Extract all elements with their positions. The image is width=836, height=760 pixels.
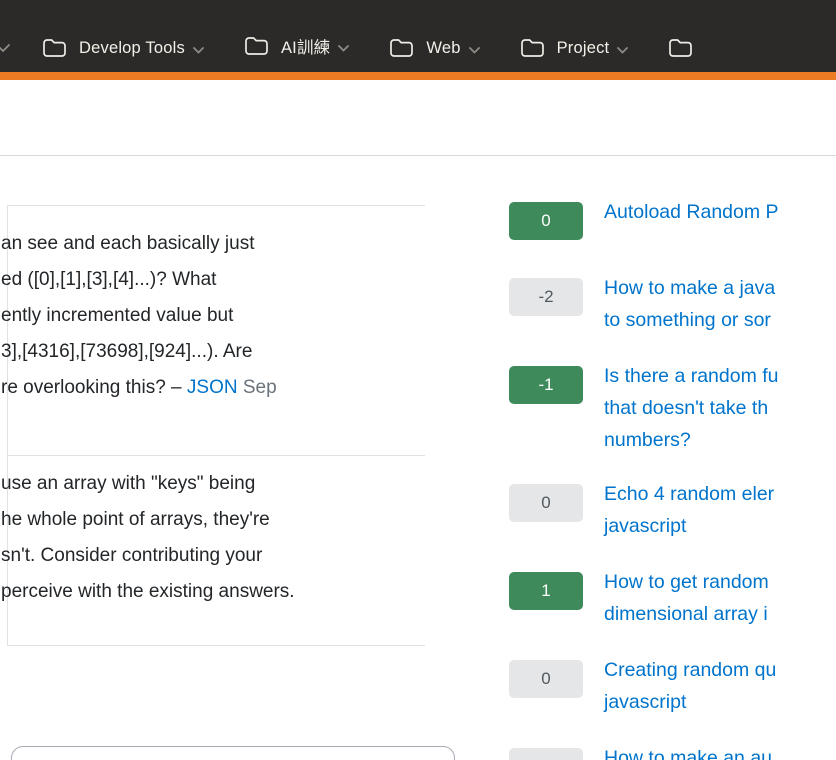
related-question-link[interactable]: Is there a random fu that doesn't take t… xyxy=(604,360,779,456)
comment-line: use an array with "keys" being xyxy=(1,466,295,502)
folder-icon xyxy=(42,38,67,58)
related-link-line[interactable]: that doesn't take th xyxy=(604,392,779,424)
related-link-line[interactable]: dimensional array i xyxy=(604,598,769,630)
comment-line: he whole point of arrays, they're xyxy=(1,502,295,538)
bookmark-label: Develop Tools xyxy=(79,39,185,58)
related-link-line[interactable]: How to make an au xyxy=(604,742,772,760)
related-question-link[interactable]: How to make a java to something or sor xyxy=(604,272,775,336)
score-badge: -1 xyxy=(509,366,583,404)
comment-text-fragment: re overlooking this? – xyxy=(1,377,187,398)
related-link-line[interactable]: Creating random qu xyxy=(604,654,776,686)
comment-line: ed ([0],[1],[3],[4]...)? What xyxy=(1,262,277,298)
bookmark-label: Project xyxy=(557,39,610,58)
related-question-link[interactable]: How to get random dimensional array i xyxy=(604,566,769,630)
related-link-line[interactable]: Echo 4 random eler xyxy=(604,478,774,510)
score-badge: -2 xyxy=(509,278,583,316)
related-link-line[interactable]: to something or sor xyxy=(604,304,775,336)
accent-bar xyxy=(0,72,836,80)
score-badge: 0 xyxy=(509,660,583,698)
related-link-line[interactable]: Is there a random fu xyxy=(604,360,779,392)
score-badge: 0 xyxy=(509,202,583,240)
related-question-row: 0 Creating random qu javascript xyxy=(509,654,776,718)
chevron-down-icon xyxy=(338,45,349,52)
chevron-down-icon xyxy=(193,47,204,54)
related-question-link[interactable]: Echo 4 random eler javascript xyxy=(604,478,774,542)
related-question-row: 0 Echo 4 random eler javascript xyxy=(509,478,774,542)
related-question-link[interactable]: How to make an au xyxy=(604,742,772,760)
bookmark-folder-project[interactable]: Project xyxy=(520,38,629,58)
score-badge: 1 xyxy=(509,572,583,610)
score-badge xyxy=(509,748,583,760)
comment-line: perceive with the existing answers. xyxy=(1,574,295,610)
related-question-link[interactable]: Autoload Random P xyxy=(604,196,779,228)
chevron-down-icon[interactable] xyxy=(0,40,10,58)
related-link-line[interactable]: numbers? xyxy=(604,424,779,456)
related-link-line[interactable]: Autoload Random P xyxy=(604,196,779,228)
related-question-row: 0 Autoload Random P xyxy=(509,196,779,240)
related-question-row: -1 Is there a random fu that doesn't tak… xyxy=(509,360,779,456)
bookmark-folder-partial[interactable] xyxy=(668,38,705,58)
comment: an see and each basically just ed ([0],[… xyxy=(1,226,277,406)
comment-divider xyxy=(7,205,425,206)
comment-line: sn't. Consider contributing your xyxy=(1,538,295,574)
comment-divider xyxy=(7,455,425,456)
related-link-line[interactable]: How to get random xyxy=(604,566,769,598)
comment-divider xyxy=(7,645,425,646)
bookmark-folder-ai-training[interactable]: AI訓練 xyxy=(244,34,349,58)
bookmark-folder-develop-tools[interactable]: Develop Tools xyxy=(42,38,204,58)
comment-line: an see and each basically just xyxy=(1,226,277,262)
bookmark-label: Web xyxy=(426,39,460,58)
related-link-line[interactable]: javascript xyxy=(604,686,776,718)
chevron-down-icon xyxy=(617,47,628,54)
related-link-line[interactable]: javascript xyxy=(604,510,774,542)
comment-author-link[interactable]: JSON xyxy=(187,377,238,398)
related-question-link[interactable]: Creating random qu javascript xyxy=(604,654,776,718)
related-question-row: -2 How to make a java to something or so… xyxy=(509,272,775,336)
add-comment-box[interactable] xyxy=(11,746,455,760)
folder-icon xyxy=(520,38,545,58)
comment-date: Sep xyxy=(243,377,277,398)
score-badge: 0 xyxy=(509,484,583,522)
related-question-row: 1 How to get random dimensional array i xyxy=(509,566,769,630)
bookmark-label: AI訓練 xyxy=(281,34,330,58)
folder-icon xyxy=(668,38,693,58)
folder-icon xyxy=(389,38,414,58)
related-question-row: How to make an au xyxy=(509,742,772,760)
site-header xyxy=(0,80,836,156)
comment-line: ently incremented value but xyxy=(1,298,277,334)
folder-icon xyxy=(244,36,269,56)
bookmarks-bar: Develop Tools AI訓練 Web Project xyxy=(0,0,836,72)
chevron-down-icon xyxy=(469,47,480,54)
comment-line: 3],[4316],[73698],[924]...). Are xyxy=(1,334,277,370)
related-link-line[interactable]: How to make a java xyxy=(604,272,775,304)
comment: use an array with "keys" being he whole … xyxy=(1,466,295,610)
comment-line: re overlooking this? – JSON Sep xyxy=(1,370,277,406)
bookmark-folder-web[interactable]: Web xyxy=(389,38,479,58)
